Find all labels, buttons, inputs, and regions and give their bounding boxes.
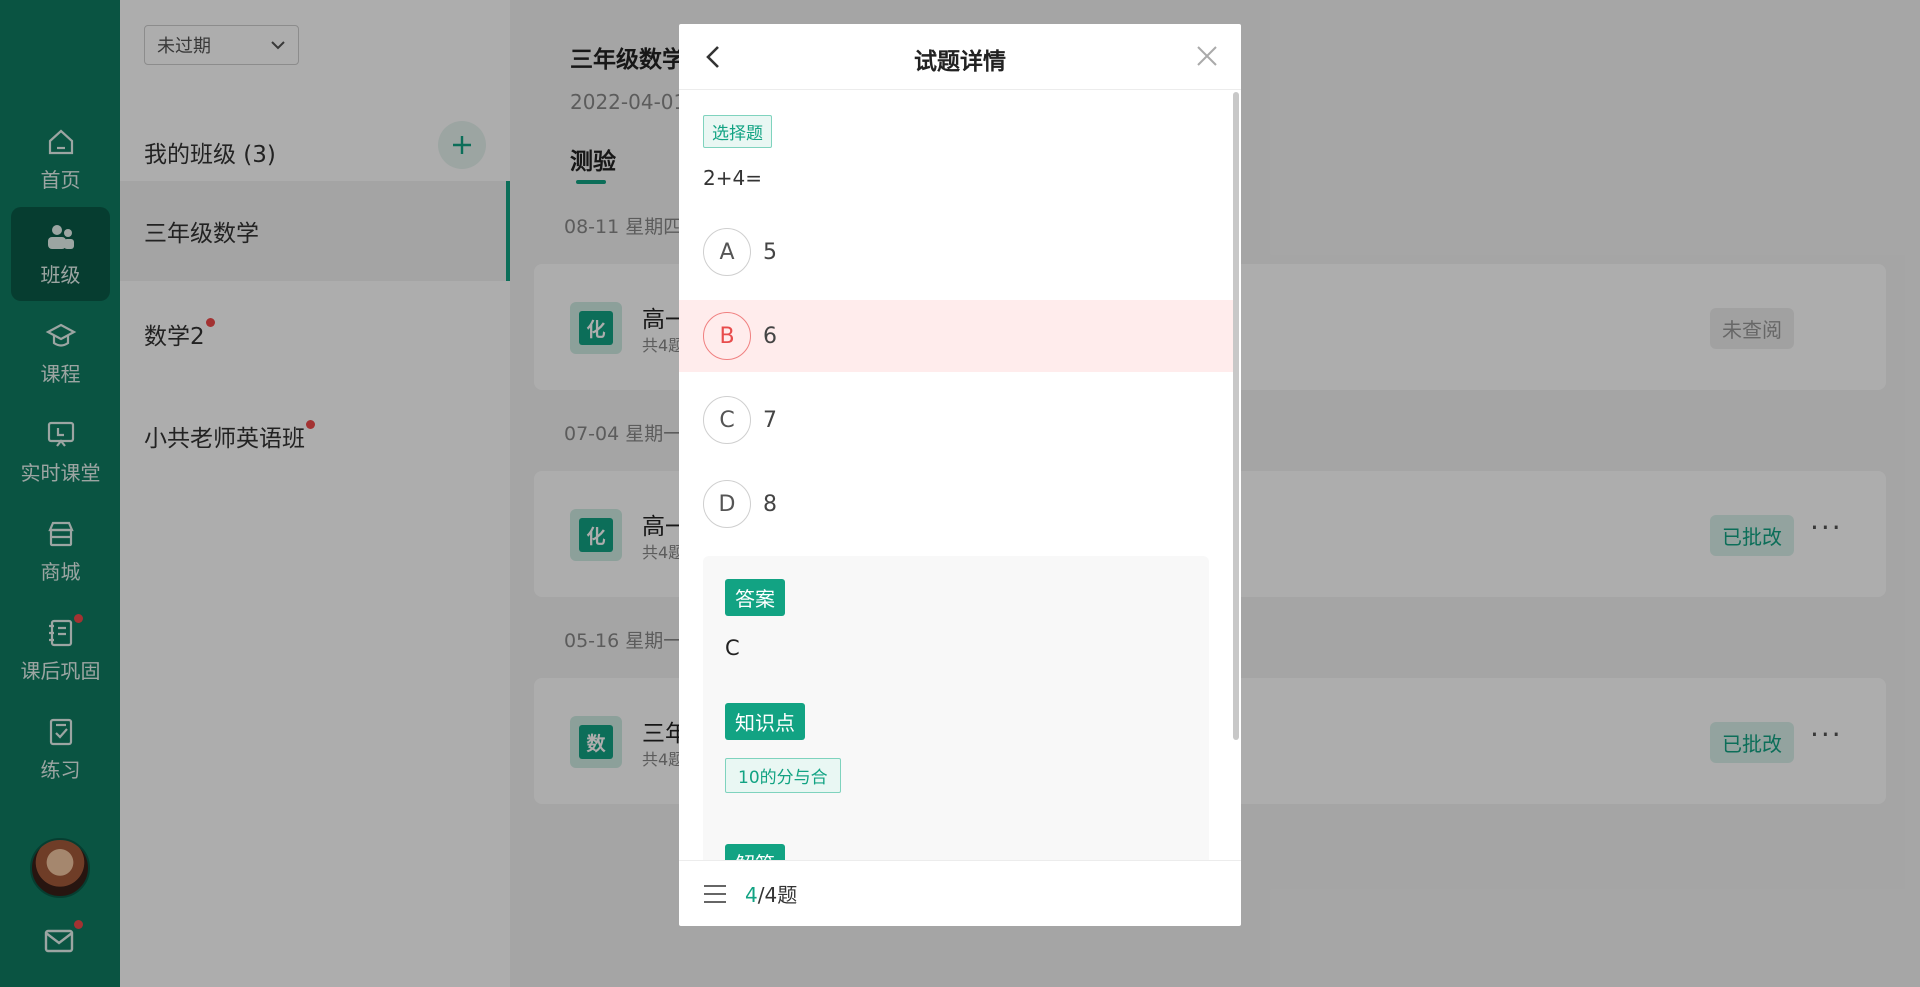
explanation-label: 解答 bbox=[725, 844, 785, 860]
option-text: 8 bbox=[763, 491, 777, 517]
knowledge-label: 知识点 bbox=[725, 703, 805, 740]
option-text: 6 bbox=[763, 323, 777, 349]
question-type-tag: 选择题 bbox=[703, 115, 772, 148]
dialog-header: 试题详情 bbox=[679, 24, 1241, 90]
option-d: D 8 bbox=[679, 468, 1233, 540]
current-question-number: 4 bbox=[745, 883, 758, 907]
option-letter: C bbox=[703, 396, 751, 444]
option-a: A 5 bbox=[679, 216, 1233, 288]
option-text: 5 bbox=[763, 239, 777, 265]
scrollbar[interactable] bbox=[1233, 92, 1239, 740]
option-text: 7 bbox=[763, 407, 777, 433]
question-text: 2+4= bbox=[703, 166, 762, 190]
correct-answer: C bbox=[725, 636, 740, 660]
question-pager: 4/4题 bbox=[745, 879, 797, 908]
knowledge-tag: 10的分与合 bbox=[725, 758, 841, 793]
menu-icon[interactable] bbox=[703, 883, 727, 905]
answer-label: 答案 bbox=[725, 579, 785, 616]
option-letter: A bbox=[703, 228, 751, 276]
option-letter: B bbox=[703, 312, 751, 360]
total-questions: /4题 bbox=[757, 883, 798, 907]
question-detail-dialog: 试题详情 选择题 2+4= A 5 B 6 C 7 D 8 答案 C 知识点 1… bbox=[679, 24, 1241, 926]
question-scroll-area[interactable]: 选择题 2+4= A 5 B 6 C 7 D 8 答案 C 知识点 10的分与合… bbox=[679, 90, 1241, 860]
close-icon[interactable] bbox=[1195, 44, 1219, 68]
dialog-title: 试题详情 bbox=[914, 49, 1006, 75]
dialog-footer: 4/4题 bbox=[679, 860, 1241, 926]
option-c: C 7 bbox=[679, 384, 1233, 456]
answer-section: 答案 C 知识点 10的分与合 解答 bbox=[703, 556, 1209, 860]
option-b-selected: B 6 bbox=[679, 300, 1233, 372]
option-letter: D bbox=[703, 480, 751, 528]
